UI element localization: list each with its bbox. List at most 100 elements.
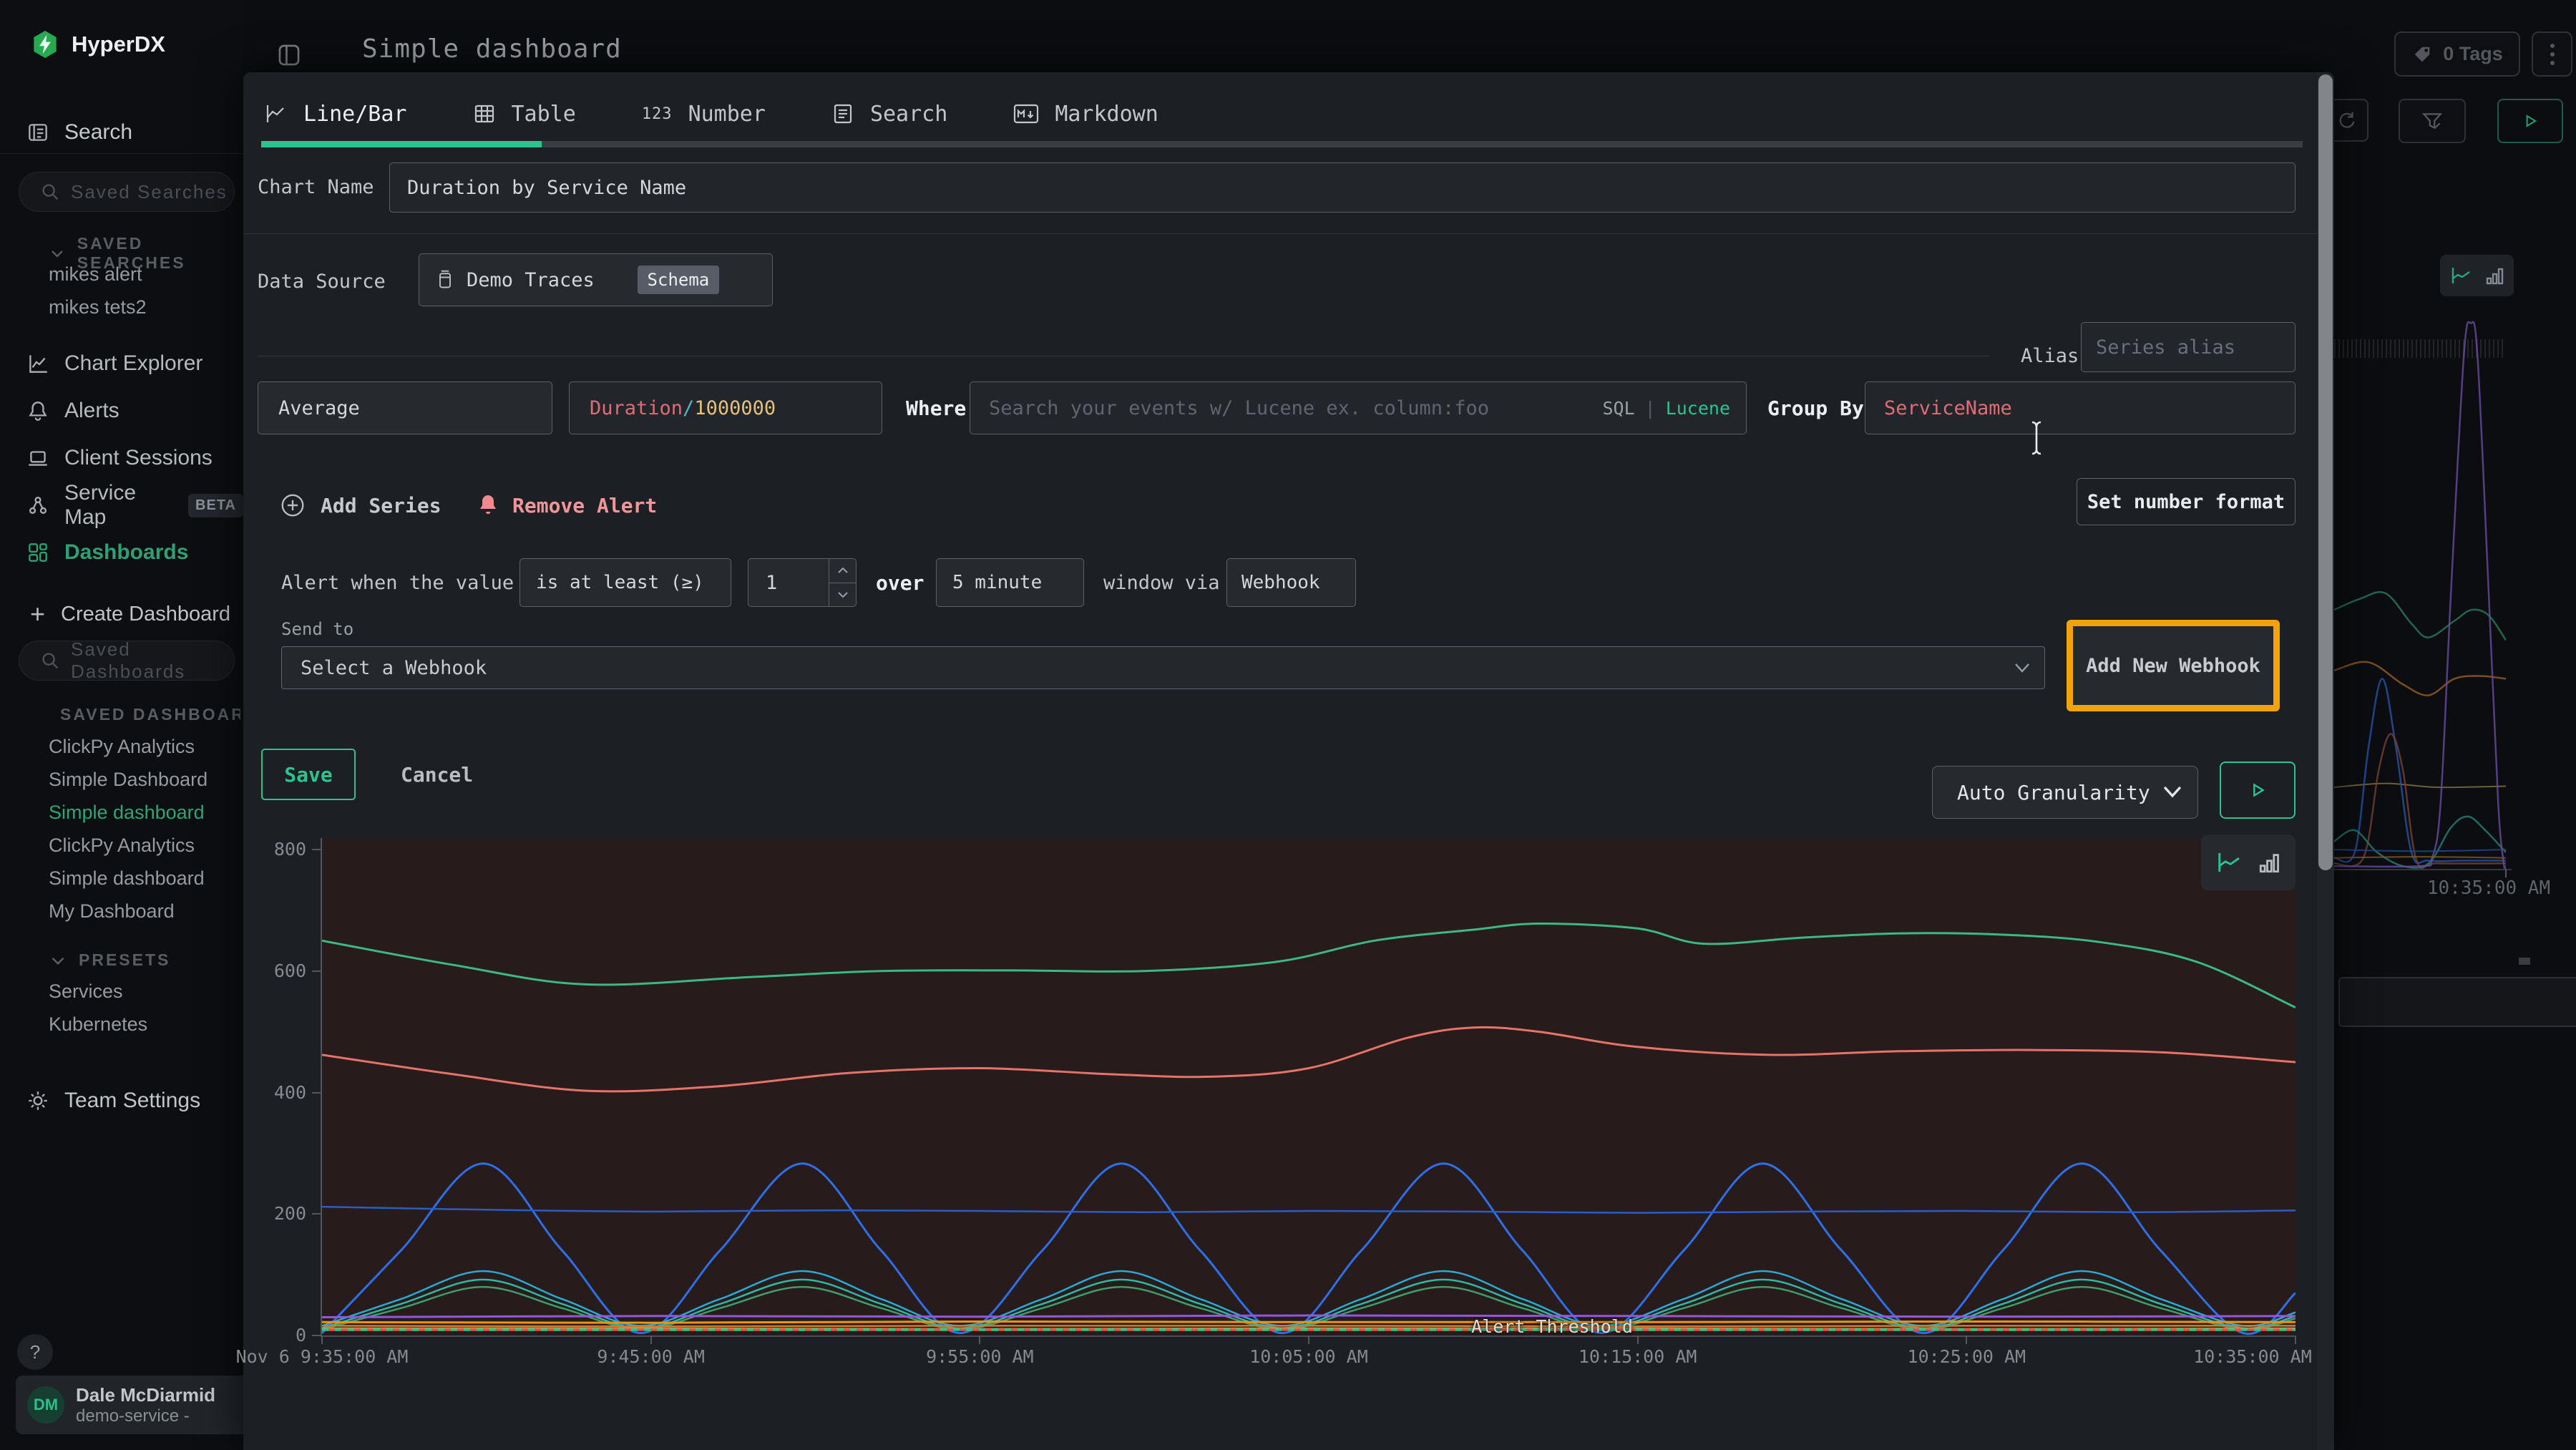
sidebar-item-label: Alerts [64, 399, 119, 423]
set-number-format-button[interactable]: Set number format [2077, 478, 2296, 525]
modal-scrollbar-thumb[interactable] [2318, 74, 2333, 870]
where-search-input[interactable]: Search your events w/ Lucene ex. column:… [970, 381, 1747, 434]
table-icon [473, 102, 496, 125]
chart-name-input[interactable]: Duration by Service Name [389, 162, 2296, 213]
tab-table[interactable]: Table [473, 102, 576, 127]
saved-dashboard-item[interactable]: ClickPy Analytics [49, 730, 208, 763]
saved-dashboard-item[interactable]: ClickPy Analytics [49, 829, 208, 862]
chart-type-toggle-background[interactable] [2440, 255, 2514, 296]
y-axis-tick-label: 0 [243, 1325, 306, 1346]
sidebar-collapse-button[interactable] [275, 42, 303, 69]
group-by-input[interactable]: ServiceName [1865, 381, 2296, 434]
spinner-up-icon[interactable] [829, 559, 856, 583]
alert-condition-select[interactable]: is at least (≥) [519, 558, 731, 607]
markdown-icon [1013, 103, 1039, 125]
create-dashboard-button[interactable]: + Create Dashboard [0, 595, 243, 633]
alert-threshold-input[interactable]: 1 [748, 558, 857, 607]
tab-line-bar[interactable]: Line/Bar [263, 102, 407, 127]
tab-number[interactable]: 123 Number [642, 102, 766, 127]
kebab-menu-button[interactable] [2532, 31, 2572, 77]
tab-search[interactable]: Search [831, 102, 947, 127]
lucene-mode-toggle[interactable]: Lucene [1666, 398, 1730, 419]
sidebar-item-search[interactable]: Search [0, 111, 243, 154]
y-axis-tick-label: 600 [243, 960, 306, 981]
saved-dashboards-input[interactable]: Saved Dashboards [19, 641, 235, 681]
saved-search-item[interactable]: mikes tets2 [49, 291, 147, 323]
app-logo[interactable]: HyperDX [31, 29, 165, 60]
number-spinner[interactable] [829, 559, 856, 606]
alert-channel-select[interactable]: Webhook [1226, 558, 1356, 607]
chart-name-label: Chart Name [258, 172, 374, 201]
cancel-button[interactable]: Cancel [401, 762, 473, 787]
preview-chart [322, 838, 2296, 1335]
sidebar-item-chart-explorer[interactable]: Chart Explorer [0, 342, 243, 385]
chart-type-toggle[interactable] [2201, 835, 2296, 890]
sidebar-item-client-sessions[interactable]: Client Sessions [0, 437, 243, 480]
webhook-select[interactable]: Select a Webhook [281, 646, 2045, 689]
circle-plus-icon [279, 492, 306, 519]
preset-item[interactable]: Kubernetes [49, 1008, 147, 1041]
granularity-select[interactable]: Auto Granularity [1932, 766, 2198, 819]
data-source-select[interactable]: Demo Traces Schema [419, 253, 773, 306]
x-axis-tick-label: Nov 6 9:35:00 AM [208, 1346, 436, 1367]
run-query-button-background[interactable] [2497, 99, 2563, 143]
alert-window-select[interactable]: 5 minute [936, 558, 1084, 607]
mode-divider: | [1645, 398, 1656, 419]
add-new-webhook-button[interactable]: Add New Webhook [2073, 626, 2273, 705]
formula-token: / [683, 397, 694, 419]
presets-list: ServicesKubernetes [49, 975, 147, 1041]
chart-series-bg-flat-orange [2334, 857, 2506, 858]
search-icon [39, 650, 61, 671]
sidebar-item-label: Team Settings [64, 1089, 200, 1113]
x-axis-tick-label: 9:55:00 AM [865, 1346, 1094, 1367]
aggregation-select[interactable]: Average [258, 381, 552, 434]
saved-dashboards-header[interactable]: SAVED DASHBOARD [49, 705, 240, 724]
refresh-icon [2336, 110, 2357, 131]
chart-series-green-top [322, 923, 2296, 1007]
saved-dashboard-item[interactable]: Simple Dashboard [49, 763, 208, 796]
saved-dashboard-item[interactable]: My Dashboard [49, 895, 208, 928]
series-alias-input[interactable]: Series alias [2081, 322, 2296, 372]
saved-dashboard-item[interactable]: Simple dashboard [49, 862, 208, 895]
database-icon [435, 269, 455, 291]
y-axis-line [321, 838, 322, 1337]
filter-button[interactable] [2399, 99, 2466, 143]
x-axis-tick-label: 10:25:00 AM [1852, 1346, 2081, 1367]
line-chart-icon [263, 102, 288, 125]
bar-chart-icon [2259, 850, 2280, 875]
save-button[interactable]: Save [261, 749, 356, 800]
sidebar-item-dashboards[interactable]: Dashboards [0, 531, 243, 574]
chevron-down-icon [2014, 662, 2030, 673]
chart-series-dark-orange-flat [322, 1325, 2296, 1326]
sidebar-item-label: Service Map [64, 481, 175, 530]
background-x-axis [2334, 869, 2512, 870]
preset-item[interactable]: Services [49, 975, 147, 1008]
y-axis-tick-label: 200 [243, 1203, 306, 1224]
help-button[interactable]: ? [17, 1334, 53, 1370]
sidebar-item-service-map[interactable]: Service Map BETA [0, 484, 243, 527]
tabs-underline-active [261, 141, 542, 147]
play-icon [2247, 779, 2268, 801]
add-series-button[interactable]: Add Series [279, 490, 441, 521]
sidebar-item-alerts[interactable]: Alerts [0, 389, 243, 432]
presets-header[interactable]: PRESETS [49, 950, 170, 970]
sql-mode-toggle[interactable]: SQL [1602, 398, 1634, 419]
saved-searches-input[interactable]: Saved Searches [19, 172, 235, 212]
run-preview-button[interactable] [2220, 762, 2296, 819]
line-chart-icon [2216, 850, 2243, 875]
field-formula-input[interactable]: Duration/1000000 [569, 381, 882, 434]
remove-alert-button[interactable]: Remove Alert [477, 490, 657, 521]
saved-searches-placeholder: Saved Searches [71, 181, 228, 203]
sidebar-item-team-settings[interactable]: Team Settings [0, 1079, 243, 1122]
send-to-label: Send to [281, 618, 353, 641]
saved-search-item[interactable]: mikes alert [49, 258, 147, 291]
x-axis-tick-label: 9:45:00 AM [537, 1346, 766, 1367]
tab-markdown[interactable]: Markdown [1013, 102, 1158, 127]
create-dashboard-label: Create Dashboard [61, 603, 230, 626]
modal-scrollbar-track[interactable] [2317, 72, 2334, 1450]
kebab-icon [2549, 42, 2556, 67]
saved-dashboard-item[interactable]: Simple dashboard [49, 796, 208, 829]
chart-series-bg-flat-blue [2334, 850, 2506, 851]
tags-button[interactable]: 0 Tags [2394, 31, 2520, 77]
spinner-down-icon[interactable] [829, 583, 856, 607]
